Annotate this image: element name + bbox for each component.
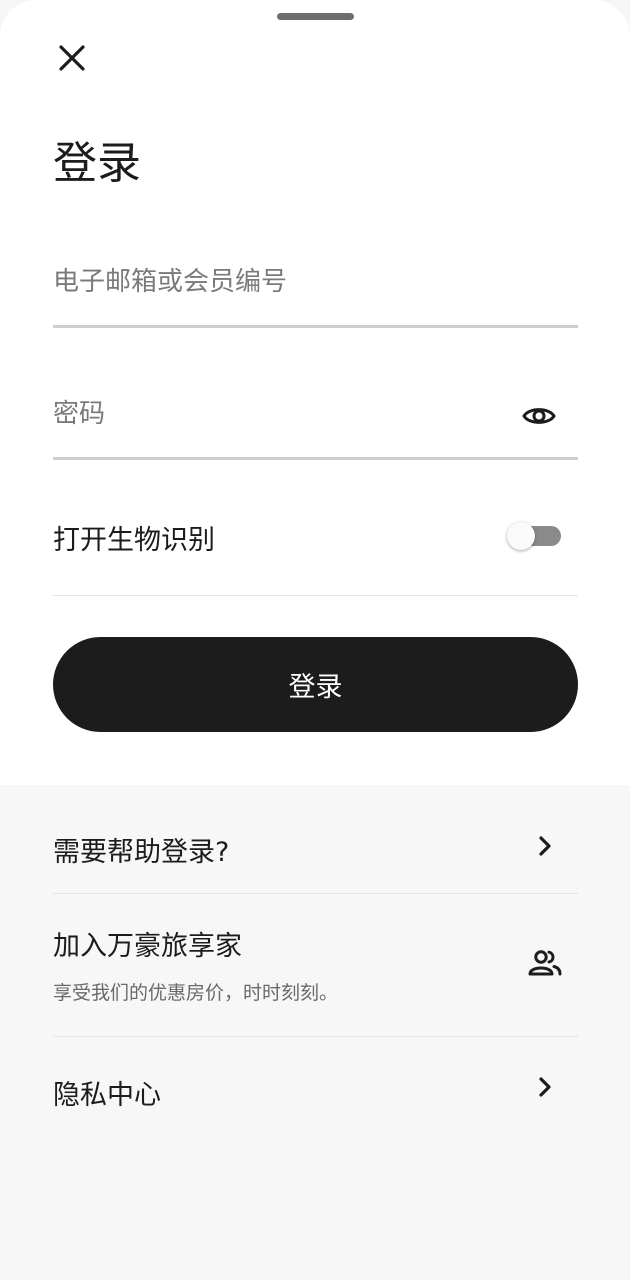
join-subtitle: 享受我们的优惠房价，时时刻刻。 <box>53 982 339 1004</box>
password-field-container <box>53 380 578 460</box>
menu-item-help-login[interactable]: 需要帮助登录? <box>53 800 578 894</box>
show-password-button[interactable] <box>519 399 559 433</box>
biometric-row: 打开生物识别 <box>53 478 578 596</box>
join-label: 加入万豪旅享家 <box>53 931 242 962</box>
page-title: 登录 <box>53 138 141 189</box>
close-button[interactable] <box>52 38 92 78</box>
drag-handle[interactable] <box>277 13 354 20</box>
privacy-label: 隐私中心 <box>53 1080 161 1111</box>
login-button[interactable]: 登录 <box>53 637 578 732</box>
menu-item-join[interactable]: 加入万豪旅享家 享受我们的优惠房价，时时刻刻。 <box>53 894 578 1037</box>
help-menu: 需要帮助登录? 加入万豪旅享家 享受我们的优惠房价，时时刻刻。 隐私中心 <box>53 800 578 1147</box>
login-sheet: 登录 打开生物识别 登录 需要帮助登录? <box>0 0 630 1280</box>
login-panel: 登录 打开生物识别 登录 <box>0 0 630 785</box>
biometric-label: 打开生物识别 <box>53 525 215 556</box>
close-icon <box>59 45 85 71</box>
email-input[interactable] <box>53 262 493 302</box>
chevron-right-icon <box>533 1075 557 1099</box>
help-login-label: 需要帮助登录? <box>53 837 230 868</box>
password-input[interactable] <box>53 394 493 434</box>
people-icon <box>525 946 565 980</box>
chevron-right-icon <box>533 834 557 858</box>
biometric-toggle[interactable] <box>507 522 561 550</box>
toggle-knob <box>507 522 535 550</box>
menu-item-privacy[interactable]: 隐私中心 <box>53 1037 578 1147</box>
email-field-container <box>53 248 578 328</box>
eye-icon <box>522 408 556 424</box>
